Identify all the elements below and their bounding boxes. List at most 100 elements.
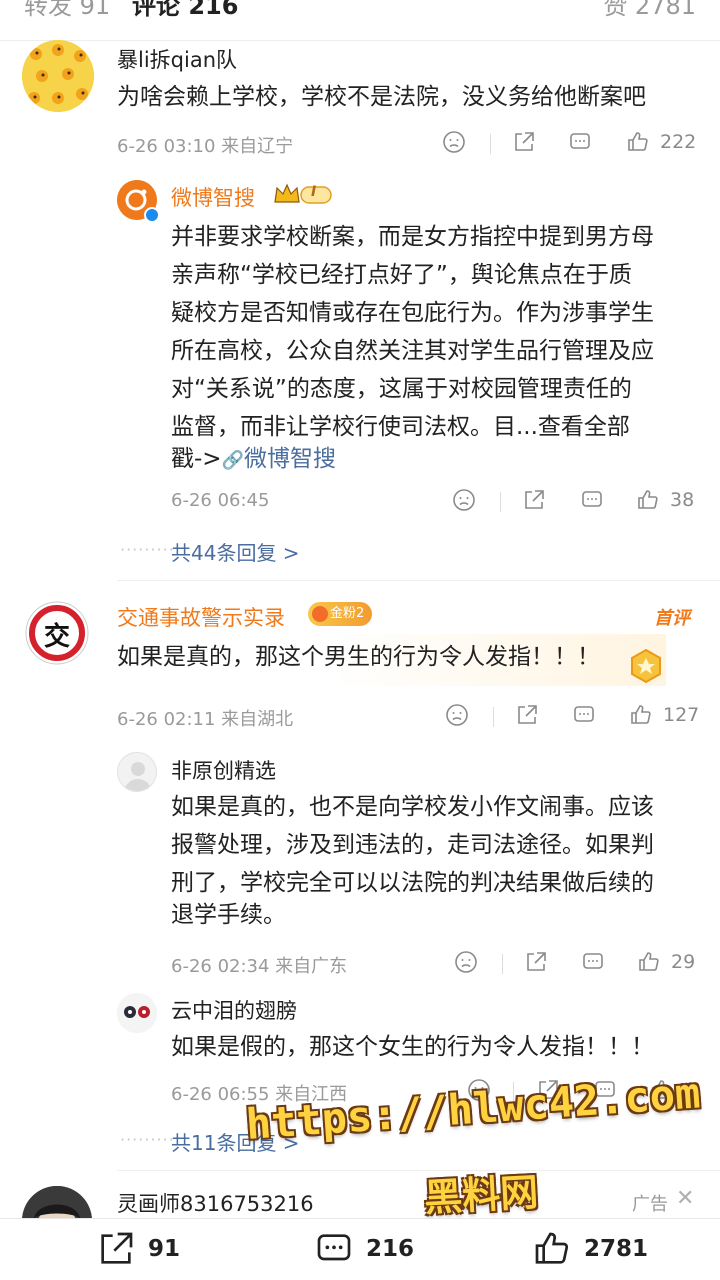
dislike-button[interactable]	[452, 488, 476, 512]
comment-username[interactable]: 非原创精选	[171, 755, 276, 785]
comment-time-location: 6-26 02:11 来自湖北	[117, 709, 294, 730]
dislike-button[interactable]	[442, 130, 466, 154]
like-button[interactable]: 2781	[532, 1229, 648, 1269]
fan-badge-label: 金粉2	[330, 606, 365, 621]
thumbs-up-icon	[639, 952, 659, 971]
comment-text: 如果是真的，那这个男生的行为令人发指！！！	[117, 644, 600, 670]
divider	[500, 492, 501, 512]
like-button[interactable]: 38	[636, 488, 694, 512]
comment-icon	[583, 953, 603, 969]
comment-username[interactable]: 交通事故警示实录	[117, 602, 285, 632]
share-icon	[525, 490, 544, 509]
share-icon	[515, 132, 534, 151]
bottom-action-bar: 91 216 2781	[0, 1218, 720, 1280]
comment-icon	[574, 706, 594, 722]
vip-level: I	[311, 184, 317, 200]
avatar[interactable]	[117, 993, 157, 1033]
thumbs-up-icon	[535, 1232, 569, 1264]
repost-button[interactable]: 91	[96, 1229, 180, 1269]
default-avatar-icon	[124, 762, 152, 791]
avatar-char: 交	[43, 622, 70, 652]
avatar[interactable]: 交	[24, 600, 90, 666]
like-count: 127	[663, 704, 700, 726]
comment-count: 216	[366, 1236, 415, 1262]
reply-button[interactable]	[572, 703, 596, 727]
like-button[interactable]: 222	[626, 130, 696, 154]
comment-time-location: 6-26 03:10 来自辽宁	[117, 136, 294, 157]
watermark-brand: 黑料网	[423, 1170, 540, 1220]
comment-time-location: 6-26 02:34 来自广东	[171, 956, 348, 977]
comment-text-line: 所在高校，公众自然关注其对学生品行管理及应	[171, 338, 654, 364]
comment-button[interactable]: 216	[314, 1229, 414, 1269]
tab-comments[interactable]: 评论 216	[132, 0, 238, 21]
share-button[interactable]	[515, 703, 539, 727]
comment-text: 如果是假的，那这个女生的行为令人发指！！！	[171, 1034, 654, 1060]
comment-username[interactable]: 暴li拆qian队	[117, 44, 237, 74]
verified-badge-icon	[144, 207, 160, 223]
thumbs-up-icon	[638, 490, 658, 509]
comment-text-tail: 戳->	[171, 446, 222, 472]
comment-username[interactable]: 灵画师8316753216	[117, 1188, 314, 1218]
comment-icon	[317, 1234, 351, 1261]
like-button[interactable]: 127	[629, 703, 699, 727]
share-icon	[527, 952, 546, 971]
share-button[interactable]	[522, 488, 546, 512]
top-tabs: 转发 91 评论 216 赞 2781	[0, 0, 720, 36]
comment-icon	[570, 133, 590, 149]
comment-text-line: 如果是真的，也不是向学校发小作文闹事。应该	[171, 794, 654, 820]
dislike-button[interactable]	[445, 703, 469, 727]
close-icon[interactable]: ✕	[676, 1186, 694, 1211]
dots-decoration: ·········	[120, 540, 175, 559]
link-text: 微博智搜	[244, 446, 336, 472]
share-icon	[101, 1232, 133, 1264]
like-button[interactable]: 29	[637, 950, 695, 974]
weibo-smart-search-link[interactable]: 🔗微博智搜	[222, 446, 336, 472]
comment-icon	[582, 491, 602, 507]
like-count: 38	[670, 489, 695, 511]
frown-icon	[455, 951, 477, 973]
avatar[interactable]	[117, 752, 157, 792]
comment-divider	[117, 580, 720, 581]
comment-text-line: 对“关系说”的态度，这属于对校园管理责任的	[171, 376, 632, 402]
ad-label: 广告	[632, 1194, 668, 1215]
share-button[interactable]	[524, 950, 548, 974]
repost-count: 91	[148, 1236, 181, 1262]
user-avatar-icon	[117, 993, 157, 1033]
divider	[493, 707, 494, 727]
comment-username[interactable]: 云中泪的翅膀	[171, 995, 297, 1025]
vip-crown-badge: I	[273, 182, 333, 208]
reply-button[interactable]	[568, 130, 592, 154]
gold-hexagon-icon	[628, 648, 664, 684]
comment-text-line: 退学手续。	[171, 902, 286, 928]
like-count: 2781	[584, 1236, 649, 1262]
reply-button[interactable]	[581, 950, 605, 974]
share-button[interactable]	[512, 130, 536, 154]
comment-time-location: 6-26 06:45	[171, 490, 270, 511]
comment-username[interactable]: 微博智搜	[171, 182, 255, 212]
comment-text-line: 亲声称“学校已经打点好了”，舆论焦点在于质	[171, 262, 632, 288]
share-icon	[518, 705, 537, 724]
comment-text-line: 戳->🔗微博智搜	[171, 440, 336, 480]
like-count: 29	[671, 951, 696, 973]
comment-text-line: 疑校方是否知情或存在包庇行为。作为涉事学生	[171, 300, 654, 326]
fan-badge-icon	[312, 606, 328, 622]
comment-text-line: 报警处理，涉及到违法的，走司法途径。如果判	[171, 832, 654, 858]
first-comment-tag: 首评	[654, 608, 690, 629]
dots-decoration: ·········	[120, 1130, 175, 1149]
dislike-button[interactable]	[454, 950, 478, 974]
frown-icon	[443, 131, 465, 153]
thumbs-up-icon	[631, 705, 651, 724]
duck-pattern-icon	[22, 40, 94, 112]
avatar[interactable]	[22, 40, 94, 112]
tab-reposts[interactable]: 转发 91	[24, 0, 110, 21]
comment-text-line: 并非要求学校断案，而是女方指控中提到男方母	[171, 224, 654, 250]
fan-badge: 金粉2	[308, 602, 373, 626]
tab-likes[interactable]: 赞 2781	[603, 0, 696, 21]
thumbs-up-icon	[628, 132, 648, 151]
crown-icon	[274, 183, 332, 204]
header-divider	[0, 40, 720, 41]
divider	[502, 954, 503, 974]
reply-button[interactable]	[580, 488, 604, 512]
more-replies-link[interactable]: 共44条回复 >	[171, 537, 300, 566]
divider	[490, 134, 491, 154]
